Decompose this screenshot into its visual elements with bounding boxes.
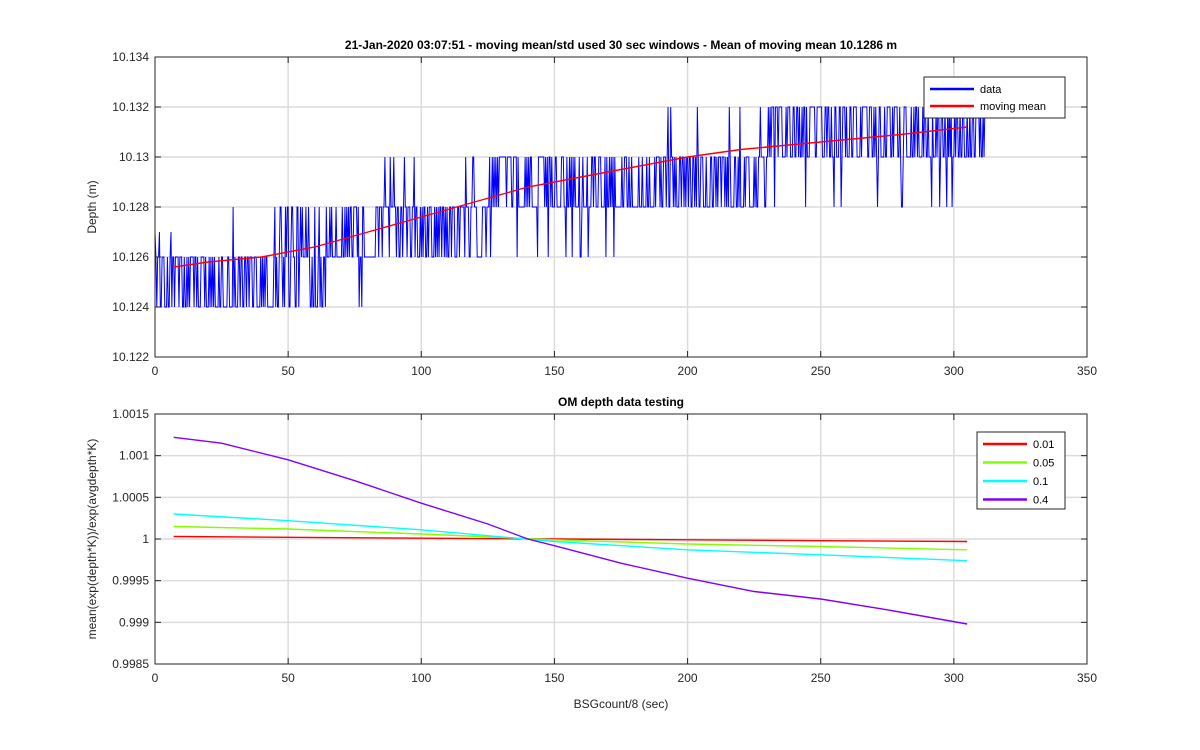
x-tick-label: 0: [152, 364, 159, 378]
x-tick-label: 150: [544, 364, 564, 378]
depth-chart-title: 21-Jan-2020 03:07:51 - moving mean/std u…: [345, 38, 897, 52]
x-tick-label: 50: [281, 671, 295, 685]
x-tick-label: 350: [1077, 364, 1097, 378]
om-chart-title: OM depth data testing: [558, 395, 684, 409]
figure: 0 50 100 150 200 250 300 35010.12210.12410.1261…: [0, 0, 1200, 750]
legend-label: 0.4: [1033, 495, 1048, 507]
om-legend: 0.01 0.05 0.1 0.4: [976, 431, 1066, 510]
y-tick-label: 10.124: [112, 300, 149, 314]
x-tick-label: 350: [1077, 671, 1097, 685]
legend-label: moving mean: [980, 101, 1046, 113]
x-tick-label: 200: [678, 364, 698, 378]
x-tick-label: 50: [281, 364, 295, 378]
y-tick-label: 1.001: [119, 449, 149, 463]
y-tick-label: 1.0015: [112, 407, 149, 421]
x-tick-label: 100: [411, 671, 431, 685]
y-tick-label: 0.9985: [112, 657, 149, 671]
x-tick-label: 300: [944, 671, 964, 685]
om-x-axis-label: BSGcount/8 (sec): [574, 697, 669, 711]
legend-label: 0.05: [1033, 458, 1054, 470]
x-tick-label: 150: [544, 671, 564, 685]
legend-label: data: [980, 84, 1002, 96]
om-axes: 0 50 100 150 200 250 300 350 0.9985 0.999 0.9995 1 1…: [85, 395, 1097, 711]
x-tick-label: 200: [678, 671, 698, 685]
depth-axes: 0 50 100 150 200 250 300 350 10.122 10.124 10.126 1…: [85, 38, 1097, 378]
y-tick-label: 0.999: [119, 615, 149, 629]
y-tick-label: 10.134: [112, 50, 149, 64]
legend-label: 0.01: [1033, 439, 1054, 451]
depth-legend: data moving mean: [923, 76, 1066, 119]
y-tick-label: 0.9995: [112, 574, 149, 588]
y-tick-label: 10.13: [119, 150, 149, 164]
y-tick-label: 10.126: [112, 250, 149, 264]
y-tick-label: 10.128: [112, 200, 149, 214]
om-y-axis-label: mean(exp(depth*K))/exp(avgdepth*K): [85, 439, 99, 640]
y-tick-label: 1.0005: [112, 490, 149, 504]
x-tick-label: 300: [944, 364, 964, 378]
depth-y-axis-label: Depth (m): [85, 180, 99, 233]
y-tick-label: 1: [142, 532, 149, 546]
x-tick-label: 250: [811, 671, 831, 685]
y-tick-label: 10.132: [112, 100, 149, 114]
x-tick-label: 0: [152, 671, 159, 685]
legend-label: 0.1: [1033, 476, 1048, 488]
x-tick-label: 250: [811, 364, 831, 378]
y-tick-label: 10.122: [112, 350, 149, 364]
x-tick-label: 100: [411, 364, 431, 378]
